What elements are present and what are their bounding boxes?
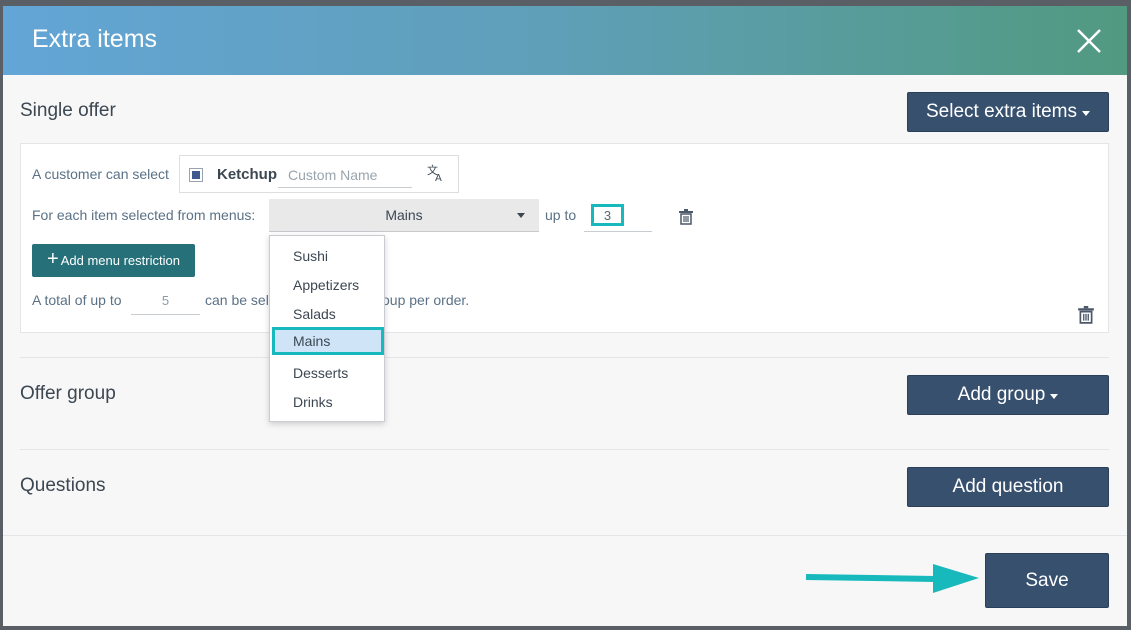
- menu-select-value: Mains: [385, 207, 423, 223]
- dropdown-option-desserts[interactable]: Desserts: [270, 361, 384, 385]
- offer-group-title: Offer group: [20, 383, 116, 404]
- close-icon: [1077, 29, 1101, 53]
- delete-offer-button[interactable]: [1078, 306, 1094, 324]
- total-suffix-label-a: can be sel: [205, 292, 269, 308]
- item-checkbox[interactable]: [189, 168, 203, 182]
- section-divider: [20, 449, 1109, 450]
- questions-title: Questions: [20, 475, 106, 496]
- quantity-input[interactable]: [591, 204, 624, 226]
- single-offer-title: Single offer: [20, 100, 116, 121]
- dropdown-option-mains[interactable]: Mains: [272, 327, 384, 355]
- close-button[interactable]: [1074, 26, 1104, 56]
- add-question-button[interactable]: Add question: [907, 467, 1109, 507]
- chevron-down-icon: [517, 213, 525, 218]
- single-offer-panel: A customer can select Ketchup 文 A For ea…: [20, 143, 1109, 333]
- caret-down-icon: [1050, 394, 1059, 399]
- total-suffix-label-b: oup per order.: [382, 292, 470, 308]
- custom-name-input[interactable]: [278, 162, 412, 188]
- footer-divider: [3, 535, 1127, 536]
- dropdown-option-salads[interactable]: Salads: [270, 302, 384, 326]
- menu-select[interactable]: Mains: [269, 199, 539, 232]
- translate-icon[interactable]: 文 A: [426, 163, 446, 184]
- checkbox-checked-mark: [192, 171, 200, 179]
- menu-restriction-label: For each item selected from menus:: [32, 207, 256, 223]
- add-question-label: Add question: [952, 476, 1064, 497]
- dropdown-option-drinks[interactable]: Drinks: [270, 390, 384, 414]
- add-menu-restriction-button[interactable]: + Add menu restriction: [32, 244, 195, 277]
- total-prefix-label: A total of up to: [32, 292, 122, 308]
- extra-item-box: Ketchup 文 A: [179, 155, 459, 193]
- add-menu-restriction-label: Add menu restriction: [60, 253, 180, 268]
- save-button[interactable]: Save: [985, 553, 1109, 608]
- trash-icon: [679, 209, 693, 225]
- annotation-arrow-icon: [805, 564, 979, 593]
- modal-header: Extra items: [3, 6, 1127, 75]
- extra-items-modal: Extra items Single offer Select extra it…: [3, 6, 1127, 626]
- quantity-field: [584, 199, 652, 232]
- modal-title: Extra items: [32, 25, 158, 53]
- dropdown-option-sushi[interactable]: Sushi: [270, 244, 384, 268]
- select-extra-items-label: Select extra items: [926, 101, 1077, 122]
- save-label: Save: [1025, 569, 1069, 591]
- menu-dropdown-list: Sushi Appetizers Salads Mains Desserts D…: [269, 235, 385, 422]
- select-extra-items-button[interactable]: Select extra items: [907, 92, 1109, 132]
- total-quantity-input[interactable]: [131, 287, 200, 315]
- customer-can-select-label: A customer can select: [32, 166, 169, 182]
- plus-icon: +: [47, 248, 59, 270]
- caret-down-icon: [1082, 111, 1090, 116]
- dropdown-option-appetizers[interactable]: Appetizers: [270, 273, 384, 297]
- delete-restriction-button[interactable]: [679, 209, 693, 225]
- item-name: Ketchup: [217, 166, 277, 183]
- up-to-label: up to: [545, 207, 577, 223]
- trash-icon: [1078, 306, 1094, 324]
- section-divider: [20, 357, 1109, 358]
- add-group-button[interactable]: Add group: [907, 375, 1109, 415]
- svg-text:A: A: [435, 173, 442, 183]
- add-group-label: Add group: [957, 384, 1046, 405]
